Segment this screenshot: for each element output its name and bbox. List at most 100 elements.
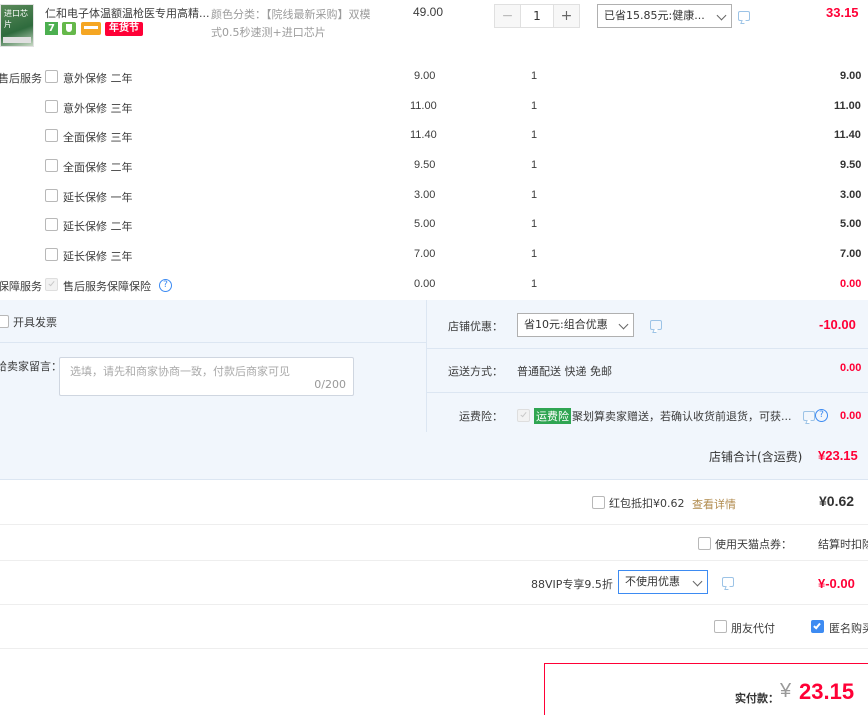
increase-button[interactable]: + [554,5,579,27]
product-discount-value: 已省15.85元:健康... [604,9,705,22]
freight-insurance-checkbox [517,409,530,422]
help-icon[interactable]: ? [159,279,172,292]
after-sales-checkbox[interactable] [45,159,58,172]
anonymous-label: 匿名购买 [829,622,868,635]
chat-icon[interactable] [722,577,734,587]
product-unit-price: 49.00 [413,5,444,19]
friend-pay-checkbox[interactable] [714,620,727,633]
freight-insurance-amount: 0.00 [840,410,862,422]
after-sales-label: 延长保修 一年 [63,191,133,204]
after-sales-qty: 1 [531,248,538,260]
after-sales-total: 7.00 [840,248,862,260]
chat-icon[interactable] [803,411,815,421]
vip-label: 88VIP专享9.5折 [531,578,613,591]
after-sales-label: 意外保修 三年 [63,102,133,115]
quantity-stepper[interactable]: − 1 + [494,4,580,28]
after-sales-total: 11.00 [834,100,861,112]
decrease-button[interactable]: − [495,5,520,27]
message-counter: 0/200 [314,378,346,391]
freight-insurance-label: 运费险： [459,410,503,423]
shop-total-label: 店铺合计(含运费) [709,450,803,464]
after-sales-qty: 1 [531,159,538,171]
chat-icon[interactable] [650,320,662,330]
panel-divider [427,392,868,393]
after-sales-price: 11.40 [410,129,437,141]
help-icon[interactable]: ? [815,409,828,422]
after-sales-label: 延长保修 三年 [63,250,133,263]
row-divider [0,560,868,561]
after-sales-label: 延长保修 二年 [63,220,133,233]
after-sales-price: 3.00 [414,189,436,201]
tmall-points-label: 使用天猫点券： [715,538,792,551]
after-sales-section-label: 售后服务 [0,72,42,85]
freight-insurance-text: 聚划算卖家赠送，若确认收货前退货，可获... [572,410,792,423]
red-packet-details-link[interactable]: 查看详情 [692,496,736,512]
after-sales-price: 7.00 [414,248,436,260]
credit-card-icon [81,22,101,35]
tmall-points-checkbox[interactable] [698,537,711,550]
after-sales-checkbox[interactable] [45,189,58,202]
red-packet-checkbox[interactable] [592,496,605,509]
guarantee-qty: 1 [531,278,538,290]
row-divider [0,604,868,605]
shop-discount-value: 省10元:组合优惠 [524,318,608,331]
row-divider [0,648,868,649]
guarantee-total: 0.00 [840,278,862,290]
after-sales-price: 11.00 [410,100,437,112]
chat-icon[interactable] [738,11,750,21]
invoice-label: 开具发票 [13,316,57,329]
product-subtotal: 33.15 [826,5,859,20]
message-textarea[interactable]: 选填，请先和商家协商一致，付款后商家可见 0/200 [59,357,354,396]
tmall-points-note: 结算时扣除 [818,538,868,551]
guarantee-price: 0.00 [414,278,436,290]
product-spec-line2: 式0.5秒速测+进口芯片 [211,26,326,39]
after-sales-qty: 1 [531,70,538,82]
anonymous-checkbox[interactable] [811,620,824,633]
freight-insurance-tag: 运费险 [534,408,571,424]
guarantee-checkbox [45,278,58,291]
thumbnail-device [3,37,31,43]
product-thumbnail[interactable]: 进口芯片 [0,4,34,47]
after-sales-checkbox[interactable] [45,100,58,113]
after-sales-qty: 1 [531,218,538,230]
panel-divider [427,348,868,349]
chevron-down-icon [716,10,727,21]
after-sales-label: 全面保修 二年 [63,161,133,174]
guarantee-section-label: 保障服务 [0,280,42,293]
shield-icon [62,22,76,35]
product-name[interactable]: 仁和电子体温额温枪医专用高精... [45,5,210,21]
after-sales-price: 9.00 [414,70,436,82]
panel-divider [426,300,427,432]
message-label: 给卖家留言： [0,360,62,373]
after-sales-label: 全面保修 三年 [63,131,133,144]
row-divider [0,524,868,525]
after-sales-total: 11.40 [834,129,861,141]
after-sales-checkbox[interactable] [45,218,58,231]
seven-day-return-icon: 7 [45,22,58,35]
after-sales-checkbox[interactable] [45,70,58,83]
shop-discount-select[interactable]: 省10元:组合优惠 [517,313,634,337]
chevron-down-icon [618,319,629,330]
after-sales-checkbox[interactable] [45,248,58,261]
after-sales-qty: 1 [531,129,538,141]
panel-divider [0,342,426,343]
shop-total-amount: ¥23.15 [818,448,858,463]
guarantee-label: 售后服务保障保险 [63,280,151,293]
friend-pay-label: 朋友代付 [731,622,775,635]
shop-discount-amount: -10.00 [819,317,856,332]
shipping-value: 普通配送 快递 免邮 [517,365,612,378]
invoice-checkbox[interactable] [0,315,9,328]
product-discount-select[interactable]: 已省15.85元:健康... [597,4,732,28]
red-packet-amount: ¥0.62 [819,493,855,509]
pay-label: 实付款： [735,692,779,705]
quantity-value[interactable]: 1 [520,5,554,27]
chevron-down-icon [692,576,703,587]
shipping-label: 运送方式： [448,365,503,378]
vip-amount: ¥-0.00 [818,576,855,591]
after-sales-total: 9.00 [840,70,862,82]
product-spec-line1: 颜色分类：【院线最新采购】双模 [211,8,371,21]
message-placeholder: 选填，请先和商家协商一致，付款后商家可见 [70,365,290,378]
after-sales-checkbox[interactable] [45,129,58,142]
vip-select[interactable]: 不使用优惠 [618,570,708,594]
after-sales-price: 9.50 [414,159,436,171]
